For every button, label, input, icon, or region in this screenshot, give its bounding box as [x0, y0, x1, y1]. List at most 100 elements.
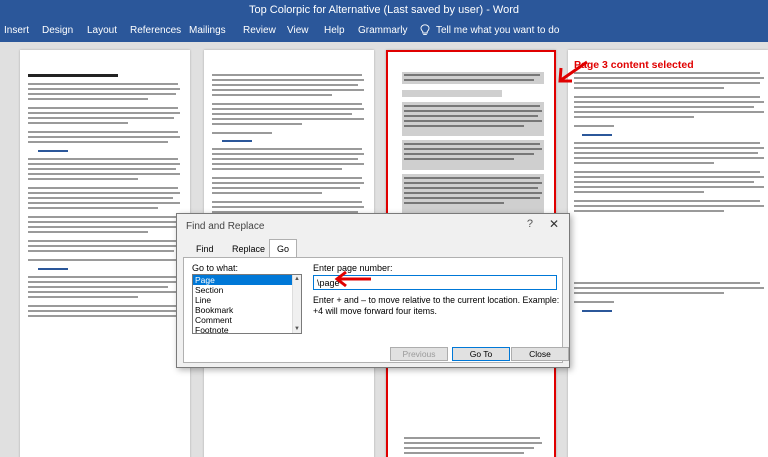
list-item-page[interactable]: Page [193, 275, 301, 285]
bullet-heading [582, 310, 612, 312]
go-to-what-list[interactable]: Page Section Line Bookmark Comment Footn… [192, 274, 302, 334]
text-line [28, 221, 180, 223]
text-line [212, 79, 364, 81]
text-line [212, 89, 364, 91]
text-line [404, 197, 540, 199]
page-heading [28, 74, 118, 77]
text-line [404, 202, 504, 204]
text-line [404, 452, 524, 454]
text-line [28, 136, 180, 138]
text-line [28, 122, 128, 124]
text-line [404, 105, 540, 107]
text-line [404, 74, 540, 76]
list-item-section[interactable]: Section [193, 285, 301, 295]
text-line [28, 276, 178, 278]
bullet-heading [38, 268, 68, 270]
help-icon[interactable]: ? [527, 218, 533, 230]
text-line [28, 187, 178, 189]
text-line [28, 93, 176, 95]
text-line [28, 141, 168, 143]
text-line [28, 107, 178, 109]
tab-find[interactable]: Find [189, 242, 221, 257]
text-line [28, 291, 180, 293]
bullet-heading [582, 134, 612, 136]
text-line [28, 216, 178, 218]
text-line [212, 103, 362, 105]
text-line [28, 192, 180, 194]
text-line [574, 125, 614, 127]
text-line [28, 168, 176, 170]
text-line [574, 147, 764, 149]
text-line [28, 197, 173, 199]
text-line [574, 181, 754, 183]
scroll-up-icon[interactable]: ▲ [294, 276, 300, 282]
tab-design[interactable]: Design [42, 24, 73, 38]
text-line [574, 106, 754, 108]
go-to-what-label: Go to what: [192, 263, 239, 273]
text-line [574, 301, 614, 303]
text-line [574, 287, 764, 289]
text-line [212, 108, 364, 110]
text-line [574, 210, 724, 212]
text-line [28, 315, 176, 317]
text-line [212, 201, 362, 203]
tab-view[interactable]: View [287, 24, 309, 38]
text-line [404, 192, 542, 194]
text-line [212, 123, 302, 125]
text-line [28, 158, 178, 160]
text-line [28, 240, 178, 242]
text-line [28, 250, 174, 252]
text-line [404, 158, 514, 160]
close-icon[interactable]: ✕ [549, 217, 559, 231]
tab-grammarly[interactable]: Grammarly [358, 24, 407, 38]
text-line [28, 173, 180, 175]
tab-layout[interactable]: Layout [87, 24, 117, 38]
scroll-down-icon[interactable]: ▼ [294, 326, 300, 332]
text-line [574, 282, 760, 284]
text-line [404, 437, 540, 439]
text-line [404, 148, 542, 150]
list-item-line[interactable]: Line [193, 295, 301, 305]
text-line [574, 292, 724, 294]
text-line [404, 143, 540, 145]
list-item-footnote[interactable]: Footnote [193, 325, 301, 333]
document-page-4[interactable] [568, 50, 768, 457]
text-line [28, 112, 180, 114]
tab-go-to[interactable]: Go To [269, 239, 298, 272]
text-line [28, 178, 138, 180]
document-page-1[interactable] [20, 50, 190, 457]
tab-replace[interactable]: Replace [225, 242, 272, 257]
text-line [212, 84, 358, 86]
find-replace-dialog: Find and Replace ? ✕ Find Replace Go To … [176, 213, 570, 368]
list-scrollbar[interactable]: ▲ ▼ [292, 275, 301, 333]
list-item-comment[interactable]: Comment [193, 315, 301, 325]
text-line [404, 153, 534, 155]
text-line [28, 131, 178, 133]
window-title: Top Colorpic for Alternative (Last saved… [248, 4, 520, 16]
tell-me-box[interactable]: Tell me what you want to do [420, 24, 559, 36]
text-line [404, 187, 538, 189]
text-line [404, 115, 538, 117]
text-line [404, 442, 542, 444]
text-line [28, 245, 180, 247]
text-line [212, 206, 364, 208]
text-line [574, 152, 758, 154]
text-line [574, 162, 714, 164]
go-to-button[interactable]: Go To [452, 347, 510, 361]
previous-button[interactable]: Previous [390, 347, 448, 361]
text-line [404, 79, 534, 81]
close-button[interactable]: Close [511, 347, 569, 361]
text-line [574, 72, 760, 74]
text-line [28, 98, 148, 100]
tab-review[interactable]: Review [243, 24, 276, 38]
list-item-bookmark[interactable]: Bookmark [193, 305, 301, 315]
tell-me-text: Tell me what you want to do [436, 24, 560, 36]
tab-references[interactable]: References [130, 24, 181, 38]
text-line [28, 88, 180, 90]
tab-help[interactable]: Help [324, 24, 345, 38]
bullet-heading [222, 140, 252, 142]
tab-insert[interactable]: Insert [4, 24, 29, 38]
text-line [28, 305, 178, 307]
tab-mailings[interactable]: Mailings [189, 24, 226, 38]
text-line [212, 187, 360, 189]
